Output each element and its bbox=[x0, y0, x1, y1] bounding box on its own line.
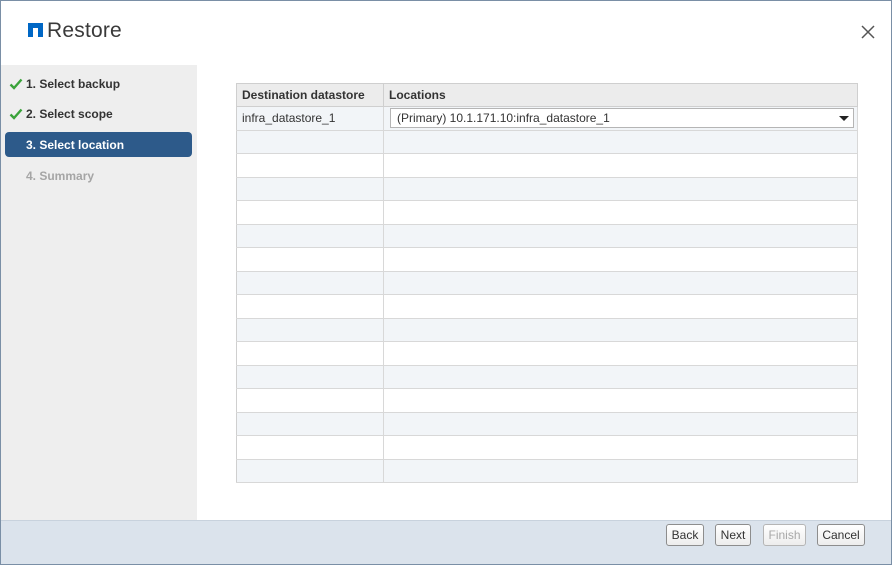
location-cell bbox=[383, 177, 858, 201]
checkmark-icon bbox=[9, 108, 23, 120]
datastore-cell bbox=[236, 200, 384, 225]
step-label: 2. Select scope bbox=[26, 106, 113, 121]
table-row bbox=[236, 459, 858, 483]
datastore-cell bbox=[236, 435, 384, 460]
datastore-cell bbox=[236, 130, 384, 154]
dropdown-arrow-icon[interactable] bbox=[835, 109, 853, 127]
datastore-cell bbox=[236, 224, 384, 248]
column-header-locations[interactable]: Locations bbox=[383, 83, 858, 107]
column-header-destination-datastore[interactable]: Destination datastore bbox=[236, 83, 384, 107]
cancel-button[interactable]: Cancel bbox=[817, 524, 865, 546]
table-row bbox=[236, 153, 858, 178]
location-cell bbox=[383, 130, 858, 154]
step-label: 4. Summary bbox=[26, 168, 95, 183]
location-cell bbox=[383, 365, 858, 389]
step-label: 3. Select location bbox=[26, 137, 125, 152]
table-row bbox=[236, 341, 858, 366]
checkmark-icon bbox=[9, 78, 23, 90]
restore-dialog: Restore 1. Select backup 2. Select scope… bbox=[0, 0, 892, 565]
table-row bbox=[236, 224, 858, 248]
location-cell bbox=[383, 271, 858, 295]
datastore-cell bbox=[236, 247, 384, 272]
dialog-footer bbox=[1, 520, 891, 564]
dialog-title: Restore bbox=[47, 19, 122, 42]
close-icon[interactable] bbox=[859, 23, 877, 41]
table-row bbox=[236, 318, 858, 342]
location-select-value: (Primary) 10.1.171.10:infra_datastore_1 bbox=[397, 111, 610, 126]
netapp-logo-icon bbox=[28, 23, 43, 37]
datastore-cell bbox=[236, 177, 384, 201]
datastore-cell bbox=[236, 412, 384, 436]
datastore-cell bbox=[236, 388, 384, 413]
table-row bbox=[236, 271, 858, 295]
table-row bbox=[236, 247, 858, 272]
location-cell bbox=[383, 388, 858, 413]
table-row bbox=[236, 200, 858, 225]
dialog-header: Restore bbox=[1, 1, 891, 65]
location-cell bbox=[383, 341, 858, 366]
location-cell bbox=[383, 247, 858, 272]
location-cell bbox=[383, 318, 858, 342]
table-row bbox=[236, 130, 858, 154]
table-row bbox=[236, 365, 858, 389]
step-select-location[interactable]: 3. Select location bbox=[5, 132, 192, 157]
table-row bbox=[236, 412, 858, 436]
datastore-cell bbox=[236, 318, 384, 342]
step-label: 1. Select backup bbox=[26, 76, 121, 91]
datastore-cell bbox=[236, 153, 384, 178]
datastore-cell bbox=[236, 341, 384, 366]
location-cell bbox=[383, 435, 858, 460]
location-cell bbox=[383, 412, 858, 436]
location-cell bbox=[383, 224, 858, 248]
back-button[interactable]: Back bbox=[666, 524, 704, 546]
wizard-steps: 1. Select backup 2. Select scope 3. Sele… bbox=[1, 65, 197, 520]
next-button[interactable]: Next bbox=[715, 524, 751, 546]
location-cell bbox=[383, 459, 858, 483]
step-summary: 4. Summary bbox=[5, 163, 192, 188]
location-cell bbox=[383, 200, 858, 225]
datastore-cell bbox=[236, 459, 384, 483]
step-select-scope[interactable]: 2. Select scope bbox=[5, 101, 192, 126]
location-cell bbox=[383, 153, 858, 178]
table-row bbox=[236, 435, 858, 460]
location-table: Destination datastore Locations infra_da… bbox=[236, 83, 858, 483]
location-select[interactable]: (Primary) 10.1.171.10:infra_datastore_1 bbox=[390, 108, 854, 129]
datastore-cell bbox=[236, 365, 384, 389]
datastore-cell bbox=[236, 271, 384, 295]
location-cell: (Primary) 10.1.171.10:infra_datastore_1 bbox=[383, 106, 858, 131]
datastore-cell: infra_datastore_1 bbox=[236, 106, 384, 131]
location-cell bbox=[383, 294, 858, 319]
table-row bbox=[236, 388, 858, 413]
table-header-row: Destination datastore Locations bbox=[236, 83, 858, 107]
table-row bbox=[236, 177, 858, 201]
table-row bbox=[236, 294, 858, 319]
table-row[interactable]: infra_datastore_1 (Primary) 10.1.171.10:… bbox=[236, 106, 858, 131]
finish-button: Finish bbox=[763, 524, 806, 546]
datastore-cell bbox=[236, 294, 384, 319]
step-select-backup[interactable]: 1. Select backup bbox=[5, 71, 192, 96]
